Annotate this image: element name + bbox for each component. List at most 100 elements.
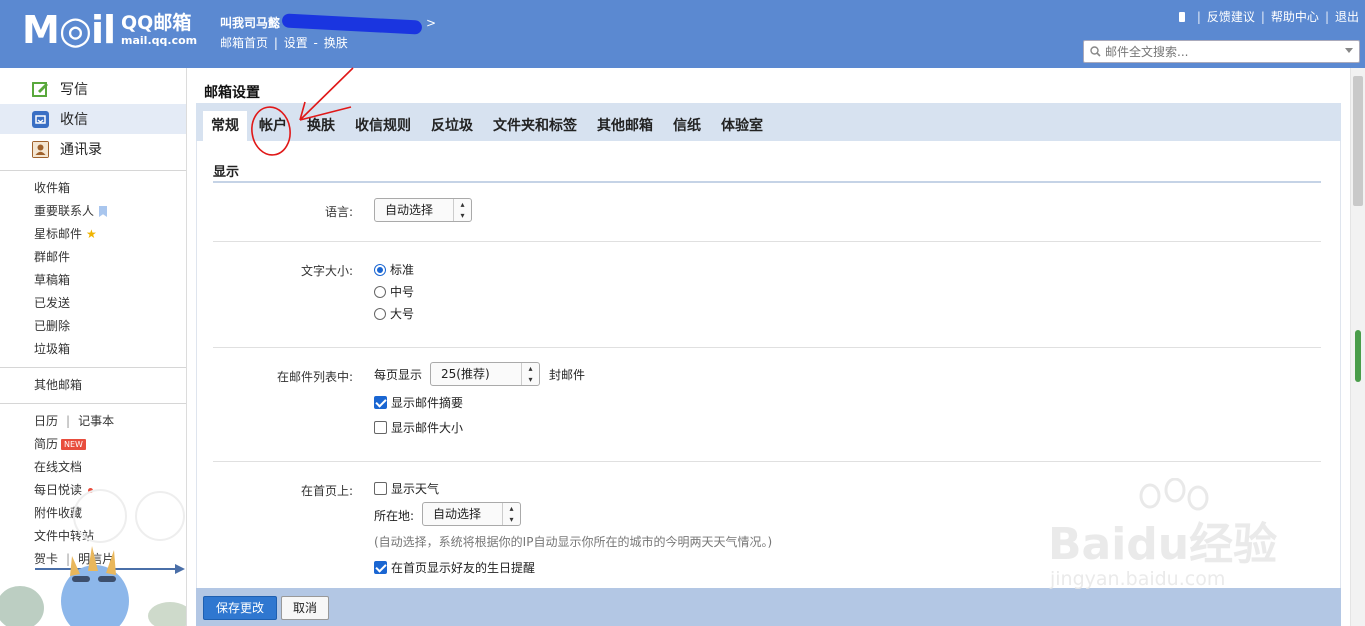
font-size-large[interactable]: 大号 <box>374 305 414 322</box>
compose-label: 写信 <box>60 82 88 98</box>
checkbox-unchecked[interactable] <box>374 482 387 495</box>
font-size-standard[interactable]: 标准 <box>374 261 414 278</box>
folder-starred[interactable]: 星标邮件 ★ <box>0 223 186 246</box>
tab-account[interactable]: 帐户 <box>251 111 295 141</box>
font-size-medium[interactable]: 中号 <box>374 283 414 300</box>
folder-spam[interactable]: 垃圾箱 <box>0 338 186 361</box>
sidebar-divider <box>0 403 186 404</box>
tab-other-mailbox[interactable]: 其他邮箱 <box>589 111 661 141</box>
mobile-icon[interactable] <box>1178 11 1185 22</box>
tab-receive-rules[interactable]: 收信规则 <box>347 111 419 141</box>
contacts-button[interactable]: 通讯录 <box>0 134 186 164</box>
language-label: 语言: <box>324 205 353 219</box>
folder-list: 收件箱 重要联系人 星标邮件 ★ 群邮件 草稿箱 已发送 已删除 垃圾箱 <box>0 177 186 361</box>
top-header: M◎il QQ邮箱 mail.qq.com 叫我司马懿 > 邮箱首页 | 设置 -… <box>0 0 1365 68</box>
compose-icon <box>32 81 48 97</box>
updown-arrow-icon: ▴ ▾ <box>453 199 471 221</box>
birthday-reminder-option[interactable]: 在首页显示好友的生日提醒 <box>374 559 535 576</box>
folder-inbox[interactable]: 收件箱 <box>0 177 186 200</box>
skin-link[interactable]: 换肤 <box>324 36 348 50</box>
location-select[interactable]: 自动选择 ▴ ▾ <box>422 502 521 526</box>
page-scrollbar[interactable] <box>1350 68 1365 626</box>
redacted-email-mask <box>281 12 423 35</box>
section-title-display: 显示 <box>213 165 240 180</box>
tab-lab[interactable]: 体验室 <box>713 111 771 141</box>
attachments-link[interactable]: 附件收藏 <box>0 502 186 525</box>
feedback-link[interactable]: 反馈建议 <box>1207 8 1255 25</box>
checkbox-checked[interactable] <box>374 396 387 409</box>
user-name: 叫我司马懿 <box>220 16 281 30</box>
show-size-option[interactable]: 显示邮件大小 <box>374 419 463 436</box>
contacts-label: 通讯录 <box>60 142 102 158</box>
mail-list-label: 在邮件列表中: <box>276 370 353 384</box>
unread-dot <box>88 488 94 493</box>
inbox-button[interactable]: 收信 <box>0 104 186 134</box>
logo-brand: QQ邮箱 <box>121 11 192 34</box>
radio-unselected[interactable] <box>374 285 386 298</box>
tab-antispam[interactable]: 反垃圾 <box>423 111 481 141</box>
search-input[interactable] <box>1105 44 1335 59</box>
scroll-indicator <box>1355 330 1361 382</box>
radio-selected[interactable] <box>374 263 386 276</box>
folder-deleted[interactable]: 已删除 <box>0 315 186 338</box>
notes-link[interactable]: 记事本 <box>78 410 114 433</box>
online-docs-link[interactable]: 在线文档 <box>0 456 186 479</box>
row-divider <box>213 347 1321 348</box>
settings-main: 邮箱设置 常规 帐户 换肤 收信规则 反垃圾 文件夹和标签 其他邮箱 信纸 体验… <box>188 68 1350 626</box>
location-value: 自动选择 <box>433 507 482 521</box>
star-icon: ★ <box>86 227 97 241</box>
calendar-link[interactable]: 日历 <box>34 410 58 433</box>
tab-folders-labels[interactable]: 文件夹和标签 <box>485 111 585 141</box>
tab-stationery[interactable]: 信纸 <box>665 111 709 141</box>
logo-text: QQ邮箱 mail.qq.com <box>121 11 198 47</box>
tools-row-calendar: 日历 | 记事本 <box>0 410 186 433</box>
per-page-select[interactable]: 25(推荐) ▴ ▾ <box>430 362 540 386</box>
settings-link[interactable]: 设置 <box>284 36 308 50</box>
home-link[interactable]: 邮箱首页 <box>220 36 268 50</box>
main-nav: 写信 收信 通讯录 <box>0 68 186 164</box>
search-icon <box>1090 46 1101 57</box>
save-button[interactable]: 保存更改 <box>203 596 277 620</box>
homepage-label: 在首页上: <box>300 484 353 498</box>
updown-arrow-icon: ▴ ▾ <box>502 503 520 525</box>
search-dropdown-icon[interactable] <box>1345 48 1353 53</box>
top-right-links: | 反馈建议 | 帮助中心 | 退出 <box>1178 8 1359 25</box>
logout-link[interactable]: 退出 <box>1335 8 1359 25</box>
folder-sent[interactable]: 已发送 <box>0 292 186 315</box>
row-divider <box>213 461 1321 462</box>
cancel-button[interactable]: 取消 <box>281 596 329 620</box>
user-account[interactable]: 叫我司马懿 > <box>220 12 436 35</box>
resume-link[interactable]: 简历 NEW <box>0 433 186 456</box>
other-mailbox-link[interactable]: 其他邮箱 <box>0 374 186 397</box>
sidebar-divider <box>0 367 186 368</box>
show-summary-option[interactable]: 显示邮件摘要 <box>374 394 463 411</box>
radio-unselected[interactable] <box>374 307 386 320</box>
daily-read-link[interactable]: 每日悦读 <box>0 479 186 502</box>
checkbox-unchecked[interactable] <box>374 421 387 434</box>
qq-mail-logo[interactable]: M◎il QQ邮箱 mail.qq.com <box>22 10 197 50</box>
bookmark-icon <box>99 206 108 217</box>
scrollbar-thumb[interactable] <box>1353 76 1363 206</box>
checkbox-checked[interactable] <box>374 561 387 574</box>
settings-content: 显示 语言: 自动选择 ▴ ▾ 文字大小: 标准 中号 大号 在邮件列表中: 每页… <box>196 141 1341 591</box>
folder-group-mail[interactable]: 群邮件 <box>0 246 186 269</box>
help-center-link[interactable]: 帮助中心 <box>1271 8 1319 25</box>
other-mail-section: 其他邮箱 <box>0 374 186 397</box>
tab-skin[interactable]: 换肤 <box>299 111 343 141</box>
weather-hint: (自动选择，系统将根据你的IP自动显示你所在的城市的今明两天天气情况。) <box>374 535 773 549</box>
greeting-card-link[interactable]: 贺卡 <box>34 548 58 571</box>
folder-important-contacts[interactable]: 重要联系人 <box>0 200 186 223</box>
settings-tabs: 常规 帐户 换肤 收信规则 反垃圾 文件夹和标签 其他邮箱 信纸 体验室 <box>196 103 1341 141</box>
mail-search[interactable] <box>1083 40 1360 63</box>
logo-domain: mail.qq.com <box>121 33 198 47</box>
postcard-link[interactable]: 明信片 <box>78 548 114 571</box>
compose-button[interactable]: 写信 <box>0 74 186 104</box>
tools-list: 日历 | 记事本 简历 NEW 在线文档 每日悦读 附件收藏 文件中转站 贺卡 | 明信片 <box>0 410 186 571</box>
location-label: 所在地: <box>374 509 415 523</box>
folder-drafts[interactable]: 草稿箱 <box>0 269 186 292</box>
per-page-prefix: 每页显示 <box>374 368 423 382</box>
tab-general[interactable]: 常规 <box>203 111 247 141</box>
show-weather-option[interactable]: 显示天气 <box>374 480 439 497</box>
language-select[interactable]: 自动选择 ▴ ▾ <box>374 198 472 222</box>
file-transfer-link[interactable]: 文件中转站 <box>0 525 186 548</box>
